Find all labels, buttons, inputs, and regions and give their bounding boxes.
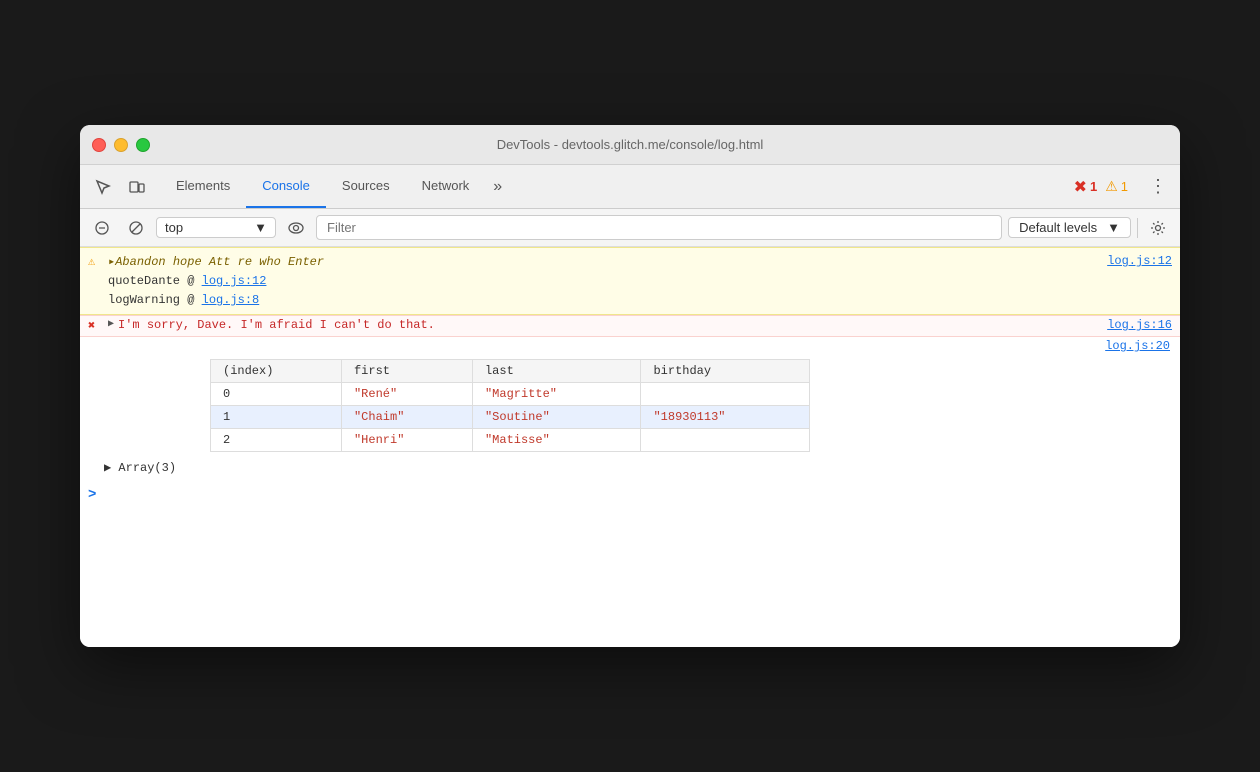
console-content: ⚠ ▸Abandon hope Att re who Enter log.js:…: [80, 247, 1180, 647]
tab-sources[interactable]: Sources: [326, 165, 406, 208]
warning-stack-2: logWarning @ log.js:8: [108, 293, 1172, 307]
warning-icon: ⚠: [88, 254, 104, 269]
warning-location-1[interactable]: log.js:12: [1107, 254, 1172, 268]
table-row: 1 "Chaim" "Soutine" "18930113": [211, 406, 810, 429]
error-expand-arrow[interactable]: ▶: [108, 318, 114, 330]
title-bar: DevTools - devtools.glitch.me/console/lo…: [80, 125, 1180, 165]
filter-input[interactable]: [316, 215, 1002, 240]
cell-birthday-2: [641, 429, 810, 452]
table-section: log.js:20 (index) first last birthday 0 …: [80, 337, 1180, 479]
clear-console-button[interactable]: [88, 214, 116, 242]
error-circle-icon: ✖: [1074, 177, 1087, 197]
error-icon: ✖: [88, 318, 104, 333]
table-location[interactable]: log.js:20: [1105, 339, 1170, 353]
table-row: 2 "Henri" "Matisse": [211, 429, 810, 452]
col-first: first: [341, 360, 472, 383]
warning-text-1: ▸Abandon hope Att re who Enter: [108, 254, 1107, 269]
error-text: I'm sorry, Dave. I'm afraid I can't do t…: [118, 318, 435, 332]
warning-line-2: quoteDante @ log.js:12: [80, 272, 1180, 291]
stack-link-2[interactable]: log.js:8: [202, 293, 260, 307]
cell-index-0: 0: [211, 383, 342, 406]
col-last: last: [472, 360, 641, 383]
array-expand-button[interactable]: ▶ Array(3): [80, 456, 1180, 479]
chevron-down-icon: ▼: [254, 220, 267, 235]
warn-count: ⚠ 1: [1105, 178, 1128, 195]
tabs-list: Elements Console Sources Network »: [160, 165, 1074, 208]
cell-birthday-0: [641, 383, 810, 406]
close-button[interactable]: [92, 138, 106, 152]
console-table: (index) first last birthday 0 "René" "Ma…: [210, 359, 810, 452]
levels-selector[interactable]: Default levels ▼: [1008, 217, 1131, 238]
traffic-lights: [92, 138, 150, 152]
warning-triangle-icon: ⚠: [1105, 178, 1118, 195]
error-count: ✖ 1: [1074, 177, 1098, 197]
levels-chevron-icon: ▼: [1107, 220, 1120, 235]
devtools-menu-button[interactable]: ⋮: [1144, 173, 1172, 201]
tab-icon-group: [88, 172, 152, 202]
cell-index-2: 2: [211, 429, 342, 452]
tab-console[interactable]: Console: [246, 165, 326, 208]
devtools-tab-bar: Elements Console Sources Network » ✖ 1 ⚠: [80, 165, 1180, 209]
device-toolbar-icon[interactable]: [122, 172, 152, 202]
context-selector[interactable]: top ▼: [156, 217, 276, 238]
tab-network[interactable]: Network: [406, 165, 486, 208]
error-section: ✖ ▶ I'm sorry, Dave. I'm afraid I can't …: [80, 315, 1180, 337]
cell-first-1: "Chaim": [341, 406, 472, 429]
warning-section: ⚠ ▸Abandon hope Att re who Enter log.js:…: [80, 247, 1180, 315]
console-toolbar: top ▼ Default levels ▼: [80, 209, 1180, 247]
cell-last-1: "Soutine": [472, 406, 641, 429]
table-row: 0 "René" "Magritte": [211, 383, 810, 406]
settings-icon[interactable]: [1144, 214, 1172, 242]
toolbar-divider: [1137, 218, 1138, 238]
table-location-line: log.js:20: [80, 337, 1180, 355]
warning-line-1: ⚠ ▸Abandon hope Att re who Enter log.js:…: [80, 252, 1180, 272]
cell-birthday-1: "18930113": [641, 406, 810, 429]
console-input-line[interactable]: >: [80, 479, 1180, 511]
tab-elements[interactable]: Elements: [160, 165, 246, 208]
cell-index-1: 1: [211, 406, 342, 429]
window-title: DevTools - devtools.glitch.me/console/lo…: [497, 137, 764, 152]
stack-link-1[interactable]: log.js:12: [202, 274, 267, 288]
col-birthday: birthday: [641, 360, 810, 383]
cell-last-0: "Magritte": [472, 383, 641, 406]
more-tabs-button[interactable]: »: [485, 178, 510, 196]
warning-stack-1: quoteDante @ log.js:12: [108, 274, 1172, 288]
select-element-icon[interactable]: [88, 172, 118, 202]
tab-status-area: ✖ 1 ⚠ 1 ⋮: [1074, 173, 1172, 201]
block-messages-button[interactable]: [122, 214, 150, 242]
devtools-window: DevTools - devtools.glitch.me/console/lo…: [80, 125, 1180, 647]
minimize-button[interactable]: [114, 138, 128, 152]
cell-last-2: "Matisse": [472, 429, 641, 452]
maximize-button[interactable]: [136, 138, 150, 152]
eye-icon[interactable]: [282, 214, 310, 242]
cell-first-0: "René": [341, 383, 472, 406]
cell-first-2: "Henri": [341, 429, 472, 452]
error-location[interactable]: log.js:16: [1107, 318, 1172, 332]
col-index: (index): [211, 360, 342, 383]
error-line: ✖ ▶ I'm sorry, Dave. I'm afraid I can't …: [80, 316, 1180, 336]
warning-line-3: logWarning @ log.js:8: [80, 291, 1180, 310]
